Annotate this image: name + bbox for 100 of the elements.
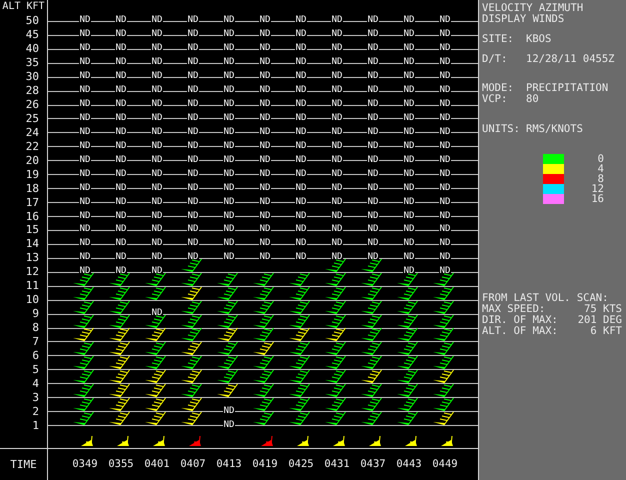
legend-value: 12 bbox=[590, 184, 604, 194]
no-data-label: ND bbox=[78, 212, 92, 221]
time-label: 0449 bbox=[431, 458, 459, 470]
no-data-label: ND bbox=[330, 142, 344, 151]
scan-heading: FROM LAST VOL. SCAN: bbox=[482, 293, 610, 304]
time-label: 0443 bbox=[395, 458, 423, 470]
no-data-label: ND bbox=[258, 184, 272, 193]
field-value: 75 KTS bbox=[583, 304, 622, 315]
no-data-label: ND bbox=[114, 156, 128, 165]
panel-title: VELOCITY AZIMUTH bbox=[482, 3, 584, 14]
altitude-label: 26 bbox=[26, 98, 39, 112]
no-data-label: ND bbox=[402, 114, 416, 123]
no-data-label: ND bbox=[330, 114, 344, 123]
altitude-label: 19 bbox=[26, 168, 39, 181]
time-label: 0419 bbox=[251, 458, 279, 470]
no-data-label: ND bbox=[366, 170, 380, 179]
altitude-label: 25 bbox=[26, 112, 39, 125]
field-value: KBOS bbox=[526, 34, 552, 45]
field-value: RMS/KNOTS bbox=[526, 124, 583, 135]
no-data-label: ND bbox=[294, 114, 308, 123]
field-label: SITE: bbox=[482, 34, 515, 45]
no-data-label: ND bbox=[150, 128, 164, 137]
field-label: ALT. OF MAX: bbox=[482, 326, 559, 337]
no-data-label: ND bbox=[294, 156, 308, 165]
legend-value: 0 bbox=[596, 154, 604, 164]
altitude-label: 24 bbox=[26, 126, 39, 139]
no-data-label: ND bbox=[258, 198, 272, 207]
field-label: VCP: bbox=[482, 94, 508, 105]
no-data-label: ND bbox=[258, 114, 272, 123]
no-data-label: ND bbox=[366, 198, 380, 207]
time-label: 0349 bbox=[71, 458, 99, 470]
legend-value: 8 bbox=[598, 174, 604, 184]
no-data-label: ND bbox=[438, 198, 452, 207]
altitude-label: 17 bbox=[26, 196, 39, 209]
no-data-label: ND bbox=[330, 184, 344, 193]
no-data-label: ND bbox=[222, 406, 236, 416]
no-data-label: ND bbox=[150, 156, 164, 165]
field-label: MAX SPEED: bbox=[482, 304, 546, 315]
no-data-label: ND bbox=[114, 198, 128, 207]
no-data-label: ND bbox=[78, 128, 92, 137]
no-data-label: ND bbox=[150, 170, 164, 179]
altitude-label: 12 bbox=[26, 265, 39, 278]
no-data-label: ND bbox=[222, 212, 236, 221]
altitude-label: 9 bbox=[32, 307, 39, 320]
altitude-label: 30 bbox=[26, 70, 39, 84]
no-data-label: ND bbox=[114, 114, 128, 123]
no-data-label: ND bbox=[438, 114, 452, 123]
legend-value: 4 bbox=[596, 164, 604, 174]
no-data-label: ND bbox=[330, 212, 344, 221]
time-label: 0407 bbox=[179, 458, 207, 470]
altitude-label: 2 bbox=[32, 404, 39, 418]
no-data-label: ND bbox=[186, 212, 200, 221]
no-data-label: ND bbox=[366, 142, 380, 151]
field-value: 12/28/11 0455Z bbox=[526, 54, 615, 65]
no-data-label: ND bbox=[402, 184, 416, 193]
time-label: 0413 bbox=[215, 458, 243, 470]
no-data-label: ND bbox=[114, 184, 128, 193]
field-label: D/T: bbox=[482, 54, 508, 65]
panel-title: DISPLAY WINDS bbox=[482, 14, 566, 25]
no-data-label: ND bbox=[114, 128, 128, 137]
legend-value: 16 bbox=[590, 194, 604, 204]
no-data-label: ND bbox=[366, 114, 380, 123]
field-label: MODE: bbox=[482, 83, 515, 94]
no-data-label: ND bbox=[438, 212, 452, 221]
altitude-label: 8 bbox=[32, 321, 39, 334]
no-data-label: ND bbox=[222, 114, 236, 123]
altitude-label: 20 bbox=[26, 154, 39, 167]
axis-title: ALT KFT bbox=[2, 1, 45, 12]
no-data-label: ND bbox=[438, 156, 452, 165]
no-data-label: ND bbox=[186, 114, 200, 123]
altitude-label: 28 bbox=[26, 84, 39, 98]
no-data-label: ND bbox=[294, 212, 308, 221]
no-data-label: ND bbox=[78, 198, 92, 207]
no-data-label: ND bbox=[114, 212, 128, 221]
no-data-label: ND bbox=[150, 212, 164, 221]
no-data-label: ND bbox=[222, 170, 236, 179]
no-data-label: ND bbox=[114, 170, 128, 179]
field-label: UNITS: bbox=[482, 124, 521, 135]
no-data-label: ND bbox=[150, 198, 164, 207]
no-data-label: ND bbox=[402, 170, 416, 179]
no-data-label: ND bbox=[150, 184, 164, 193]
field-label: DIR. OF MAX: bbox=[482, 315, 559, 326]
no-data-label: ND bbox=[78, 184, 92, 193]
altitude-label: 7 bbox=[32, 334, 39, 348]
no-data-label: ND bbox=[366, 184, 380, 193]
no-data-label: ND bbox=[402, 212, 416, 221]
altitude-label: 16 bbox=[26, 210, 39, 223]
no-data-label: ND bbox=[438, 128, 452, 137]
time-label: 0437 bbox=[359, 458, 387, 470]
no-data-label: ND bbox=[222, 128, 236, 137]
no-data-label: ND bbox=[366, 156, 380, 165]
no-data-label: ND bbox=[258, 156, 272, 165]
no-data-label: ND bbox=[294, 184, 308, 193]
no-data-label: ND bbox=[330, 156, 344, 165]
altitude-label: 3 bbox=[32, 390, 39, 404]
no-data-label: ND bbox=[78, 142, 92, 151]
altitude-label: 1 bbox=[32, 418, 39, 432]
no-data-label: ND bbox=[402, 198, 416, 207]
no-data-label: ND bbox=[186, 170, 200, 179]
no-data-label: ND bbox=[222, 156, 236, 165]
